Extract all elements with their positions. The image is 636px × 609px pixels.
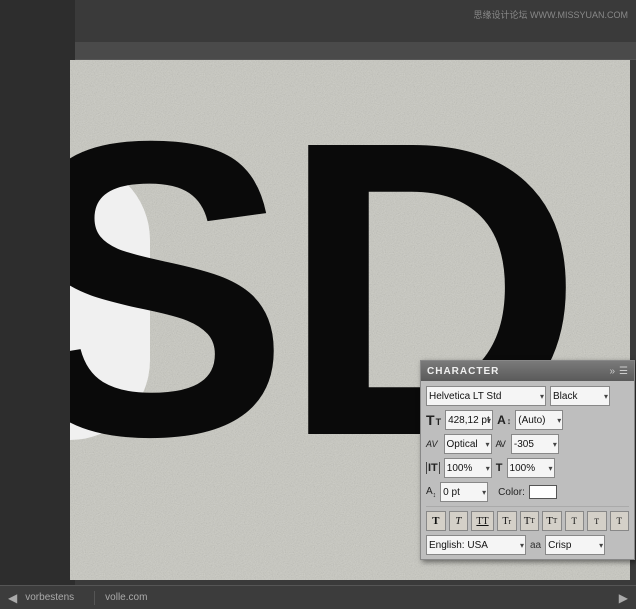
left-panel (0, 0, 75, 609)
style-btn-superscript[interactable]: TT (520, 511, 540, 531)
font-name-wrapper: Helvetica LT Std (426, 386, 546, 406)
panel-content: Helvetica LT Std Black T T 428,12 pt A (421, 381, 634, 559)
style-buttons-row: T T TT Tr TT TT T T T (426, 511, 629, 531)
vertical-scale-icon: IT (426, 462, 440, 474)
leading-select[interactable]: (Auto) (515, 410, 563, 430)
horizontal-scale-select[interactable]: 100% (507, 458, 555, 478)
panel-title: CHARACTER (427, 366, 499, 377)
horizontal-scale-wrapper: 100% (507, 458, 555, 478)
kerning-tracking-row: AV Optical AV -305 (426, 434, 629, 454)
ruler-top (70, 42, 636, 60)
baseline-wrapper: 0 pt (440, 482, 488, 502)
status-divider (94, 591, 95, 605)
font-size-wrapper: 428,12 pt (445, 410, 493, 430)
character-panel: CHARACTER » ☰ Helvetica LT Std Black T (420, 360, 635, 560)
leading-icon: A (497, 414, 506, 426)
anti-alias-icon: aa (530, 540, 541, 551)
bottom-bar: ◀ vorbestens volle.com ▶ (0, 585, 636, 609)
panel-menu-icon[interactable]: ☰ (619, 366, 628, 377)
font-size-select[interactable]: 428,12 pt (445, 410, 493, 430)
leading-wrapper: (Auto) (515, 410, 563, 430)
baseline-select[interactable]: 0 pt (440, 482, 488, 502)
font-style-select[interactable]: Black (550, 386, 610, 406)
color-label: Color: (498, 487, 525, 498)
horizontal-scale-icon: T (496, 462, 503, 474)
kerning-wrapper: Optical (444, 434, 492, 454)
status-icon-left: ◀ (8, 591, 17, 605)
status-icon-right: ▶ (619, 591, 628, 605)
style-btn-italic[interactable]: T (449, 511, 469, 531)
vertical-scale-select[interactable]: 100% (444, 458, 492, 478)
font-size-icon-sub: T (436, 418, 442, 427)
language-row: English: USA aa Crisp (426, 535, 629, 555)
status-text-1: vorbestens (25, 592, 74, 603)
font-size-icon-group: T T (426, 413, 441, 427)
style-btn-caps[interactable]: T (565, 511, 585, 531)
kerning-select[interactable]: Optical (444, 434, 492, 454)
scale-row: IT 100% T 100% (426, 458, 629, 478)
language-select[interactable]: English: USA (426, 535, 526, 555)
leading-icon-group: A ↕ (497, 414, 511, 426)
style-btn-frac[interactable]: T (610, 511, 630, 531)
kerning-icon: AV (426, 439, 438, 449)
watermark: 思缘设计论坛 WWW.MISSYUAN.COM (474, 8, 629, 21)
font-row: Helvetica LT Std Black (426, 386, 629, 406)
font-name-select[interactable]: Helvetica LT Std (426, 386, 546, 406)
anti-alias-wrapper: Crisp (545, 535, 605, 555)
tracking-select[interactable]: -305 (511, 434, 559, 454)
baseline-icon: A↕ (426, 486, 436, 499)
style-btn-bold[interactable]: T (426, 511, 446, 531)
tracking-wrapper: -305 (511, 434, 559, 454)
font-style-wrapper: Black (550, 386, 610, 406)
font-size-icon: T (426, 413, 435, 427)
style-btn-underline[interactable]: TT (471, 511, 494, 531)
anti-alias-select[interactable]: Crisp (545, 535, 605, 555)
status-text-2: volle.com (105, 592, 147, 603)
tracking-icon: AV (496, 439, 505, 449)
panel-header[interactable]: CHARACTER » ☰ (421, 361, 634, 381)
style-btn-smallcaps[interactable]: T (587, 511, 607, 531)
status-left: ◀ vorbestens volle.com (8, 591, 619, 605)
style-btn-strikethrough[interactable]: Tr (497, 511, 517, 531)
panel-scroll-icon[interactable]: » (609, 366, 615, 377)
style-btn-subscript[interactable]: TT (542, 511, 562, 531)
panel-separator (426, 506, 629, 507)
color-swatch[interactable] (529, 485, 557, 499)
baseline-color-row: A↕ 0 pt Color: (426, 482, 629, 502)
panel-header-controls: » ☰ (609, 366, 628, 377)
vertical-scale-wrapper: 100% (444, 458, 492, 478)
size-leading-row: T T 428,12 pt A ↕ (Auto) (426, 410, 629, 430)
language-wrapper: English: USA (426, 535, 526, 555)
